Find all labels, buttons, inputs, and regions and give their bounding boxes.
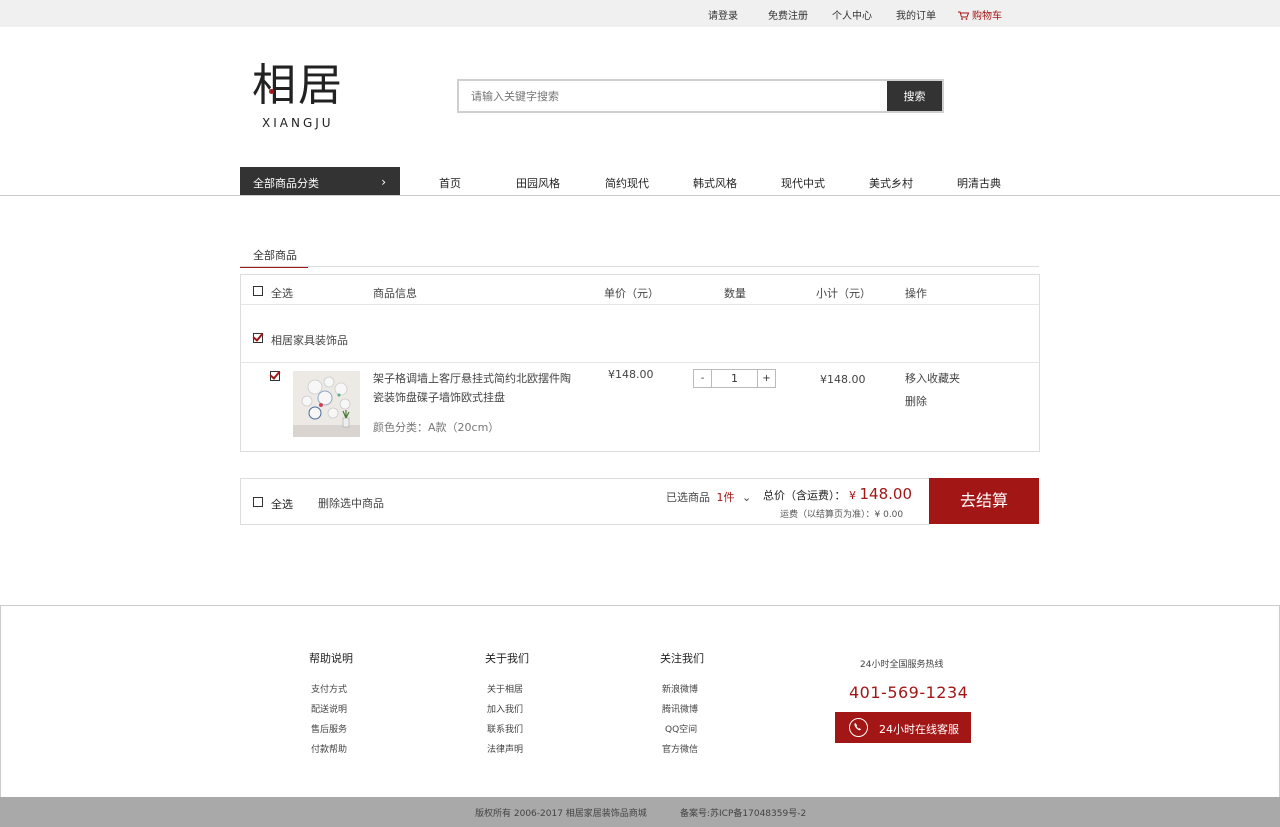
nav-item-modern[interactable]: 简约现代 [605,175,649,191]
logo-dot [269,89,274,94]
summary-select-all-checkbox[interactable] [253,497,263,507]
nav-item-home[interactable]: 首页 [439,175,461,191]
nav-divider [0,195,1280,196]
quantity-decrease-button[interactable]: - [694,370,712,387]
shop-name: 相居家具装饰品 [271,334,348,347]
account-link[interactable]: 个人中心 [832,7,872,22]
footer-link-delivery[interactable]: 配送说明 [311,702,347,715]
decorative-plates-image [293,371,360,437]
product-spec: 颜色分类：A款（20cm） [373,421,500,434]
summary-select-all-label: 全选 [271,498,293,511]
search-button[interactable]: 搜索 [887,81,942,111]
phone-icon [849,718,868,737]
total-price: 总价（含运费）： ¥ 148.00 [763,485,912,503]
product-subtotal: ¥148.00 [820,373,866,386]
move-to-favorites-link[interactable]: 移入收藏夹 [905,370,960,386]
icp-text: 备案号:苏ICP备17048359号-2 [680,809,807,819]
footer-link-sina-weibo[interactable]: 新浪微博 [662,682,698,695]
hotline-label: 24小时全国服务热线 [860,660,944,670]
delete-selected-link[interactable]: 删除选中商品 [318,495,384,511]
footer-link-payment-help[interactable]: 付款帮助 [311,742,347,755]
copyright-text: 版权所有 2006-2017 相居家居装饰品商城 [475,809,647,819]
select-all-checkbox[interactable] [253,286,263,296]
footer-col-about-title: 关于我们 [485,652,529,665]
hotline-phone: 401-569-1234 [849,683,969,702]
footer-link-about[interactable]: 关于相居 [487,682,523,695]
search-bar: 搜索 [457,79,944,113]
nav-item-pastoral[interactable]: 田园风格 [516,175,560,191]
orders-link[interactable]: 我的订单 [896,7,936,22]
total-value: 148.00 [859,485,913,503]
online-service-label: 24小时在线客服 [879,723,959,736]
footer-col-help-title: 帮助说明 [309,652,353,665]
footer [0,605,1280,798]
header-select-all: 全选 [271,287,293,300]
footer-link-qzone[interactable]: QQ空间 [665,722,697,735]
selected-count: 1件 [716,491,735,504]
selected-items-toggle[interactable]: 已选商品 1件 ⌄ [666,489,751,505]
footer-link-tencent-weibo[interactable]: 腾讯微博 [662,702,698,715]
footer-link-join[interactable]: 加入我们 [487,702,523,715]
login-link[interactable]: 请登录 [708,7,738,22]
shipping-fee: 运费（以结算页为准）：¥ 0.00 [780,510,904,520]
header-unit-price: 单价（元） [604,287,659,300]
checkout-button[interactable]: 去结算 [929,478,1039,524]
header-quantity: 数量 [724,287,746,300]
quantity-increase-button[interactable]: + [757,370,775,387]
header-divider [241,304,1039,305]
all-categories-label: 全部商品分类 [253,177,319,190]
copyright-bar: 版权所有 2006-2017 相居家居装饰品商城 备案号:苏ICP备170483… [0,797,1280,827]
nav-item-korean[interactable]: 韩式风格 [693,175,737,191]
register-link[interactable]: 免费注册 [768,7,808,22]
footer-link-contact[interactable]: 联系我们 [487,722,523,735]
tab-divider [240,266,1039,267]
logo-text: 相居 [252,60,344,111]
cart-icon [958,11,969,20]
online-service-button[interactable]: 24小时在线客服 [835,712,971,743]
header-action: 操作 [905,287,927,300]
product-unit-price: ¥148.00 [608,368,654,381]
product-title-line2[interactable]: 瓷装饰盘碟子墙饰欧式挂盘 [373,389,505,405]
tab-all-products[interactable]: 全部商品 [240,247,308,268]
product-image[interactable] [293,371,360,437]
nav-item-new-chinese[interactable]: 现代中式 [781,175,825,191]
delete-item-link[interactable]: 删除 [905,393,927,409]
footer-link-wechat[interactable]: 官方微信 [662,742,698,755]
cart-link[interactable]: 购物车 [958,7,1002,22]
nav-item-classical[interactable]: 明清古典 [957,175,1001,191]
product-title-line1[interactable]: 架子格调墙上客厅悬挂式简约北欧摆件陶 [373,370,571,386]
footer-col-follow-title: 关注我们 [660,652,704,665]
header-subtotal: 小计（元） [816,287,871,300]
shop-divider [241,362,1039,363]
selected-label: 已选商品 [666,491,710,504]
item-checkbox[interactable] [270,371,280,381]
nav-item-american[interactable]: 美式乡村 [869,175,913,191]
footer-link-legal[interactable]: 法律声明 [487,742,523,755]
shop-checkbox[interactable] [253,333,263,343]
quantity-stepper: - 1 + [693,369,776,388]
chevron-down-icon: ⌄ [742,491,752,504]
header-product-info: 商品信息 [373,287,417,300]
logo-pinyin: XIANGJU [262,116,334,130]
search-input[interactable] [459,81,887,111]
total-currency: ¥ [849,489,856,502]
cart-link-label: 购物车 [972,11,1002,22]
quantity-input[interactable]: 1 [712,370,757,387]
chevron-right-icon: › [381,175,386,189]
top-bar: 请登录 免费注册 个人中心 我的订单 购物车 [0,0,1280,27]
all-categories-button[interactable]: 全部商品分类 › [240,167,400,196]
total-label: 总价（含运费）： [763,489,846,502]
footer-link-aftersales[interactable]: 售后服务 [311,722,347,735]
footer-link-payment[interactable]: 支付方式 [311,682,347,695]
